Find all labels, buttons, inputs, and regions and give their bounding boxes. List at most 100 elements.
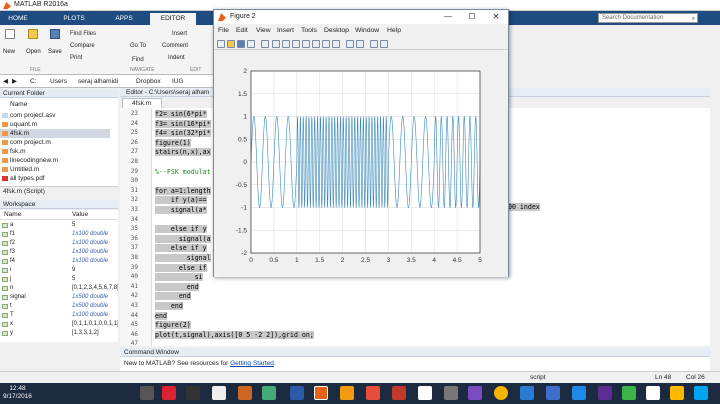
table-row[interactable]: T 1x100 double <box>0 311 118 320</box>
tab-editor[interactable]: EDITOR <box>150 13 196 25</box>
file-explorer-icon[interactable] <box>140 386 154 400</box>
edge-icon[interactable] <box>572 386 586 400</box>
tab-home[interactable]: HOME <box>4 13 32 25</box>
photos-icon[interactable] <box>646 386 660 400</box>
table-row[interactable]: signal 1x500 double <box>0 293 118 302</box>
list-item[interactable]: com project.asv <box>0 111 110 120</box>
table-row[interactable]: x [0,1,1,0,1,0,0,1,1] <box>0 320 118 329</box>
column-name[interactable]: Name <box>4 210 21 220</box>
table-row[interactable]: t 1x500 double <box>0 302 118 311</box>
tab-apps[interactable]: APPS <box>110 13 138 25</box>
explorer-icon[interactable] <box>262 386 276 400</box>
open-file-icon[interactable] <box>227 40 235 48</box>
chat-icon[interactable] <box>622 386 636 400</box>
figure-window[interactable]: Figure 2 — ☐ ✕ File Edit View Insert Too… <box>213 9 509 277</box>
menu-help[interactable]: Help <box>387 25 401 37</box>
onedrive-icon[interactable] <box>546 386 560 400</box>
table-row[interactable]: j5 <box>0 275 118 284</box>
fsk-chart[interactable]: 0 0.5 1 1.5 2 2.5 3 3.5 4 4.5 5 2 1.5 1 0.5 0 -0.5 -1 -1.5… <box>214 51 508 277</box>
zoom-in-icon[interactable] <box>272 40 280 48</box>
powerpoint-icon[interactable] <box>392 386 406 400</box>
menu-tools[interactable]: Tools <box>301 25 317 37</box>
save-button[interactable]: Save <box>48 49 62 55</box>
close-button[interactable]: ✕ <box>484 10 508 24</box>
table-row[interactable]: f2 1x100 double <box>0 239 118 248</box>
settings-icon[interactable] <box>444 386 458 400</box>
matlab-taskbar-icon[interactable] <box>314 386 328 400</box>
save-figure-icon[interactable] <box>237 40 245 48</box>
tab-plots[interactable]: PLOTS <box>58 13 90 25</box>
folder-icon[interactable] <box>670 386 684 400</box>
plot-area[interactable]: 0 0.5 1 1.5 2 2.5 3 3.5 4 4.5 5 2 1.5 1 0.5 0 -0.5 -1 -1.5… <box>214 51 508 277</box>
getting-started-link[interactable]: Getting Started <box>230 360 274 367</box>
comment-button[interactable]: Comment <box>162 43 188 49</box>
new-figure-icon[interactable] <box>217 40 225 48</box>
column-name[interactable]: Name <box>0 100 110 109</box>
compare-button[interactable]: Compare <box>70 43 95 49</box>
table-row[interactable]: a5 <box>0 221 118 230</box>
go-to-button[interactable]: Go To <box>130 43 146 49</box>
menu-edit[interactable]: Edit <box>236 25 248 37</box>
search-documentation-input[interactable]: Search Documentation ⌕ <box>598 13 698 23</box>
breadcrumb-users[interactable]: Users <box>50 75 67 88</box>
vlc-icon[interactable] <box>340 386 354 400</box>
app-icon[interactable] <box>162 386 176 400</box>
indent-button[interactable]: Indent <box>168 55 185 61</box>
link-icon[interactable] <box>332 40 340 48</box>
table-row[interactable]: y [1,3,3,1,2] <box>0 329 118 338</box>
table-row[interactable]: n [0,1,2,3,4,5,6,7,8] <box>0 284 118 293</box>
list-item[interactable]: Untitled.m <box>0 165 110 174</box>
table-row[interactable]: i9 <box>0 266 118 275</box>
onenote-icon[interactable] <box>598 386 612 400</box>
taskview-icon[interactable] <box>186 386 200 400</box>
notepad-icon[interactable] <box>212 386 226 400</box>
show-tools-icon[interactable] <box>380 40 388 48</box>
minimize-button[interactable]: — <box>436 10 460 24</box>
list-item[interactable]: all types.pdf <box>0 174 110 183</box>
column-value[interactable]: Value <box>72 210 88 220</box>
pan-icon[interactable] <box>292 40 300 48</box>
brush-icon[interactable] <box>322 40 330 48</box>
list-item[interactable]: fsk.m <box>0 147 110 156</box>
colorbar-icon[interactable] <box>346 40 354 48</box>
store-icon[interactable] <box>694 386 708 400</box>
word-icon[interactable] <box>290 386 304 400</box>
forward-icon[interactable]: ▶ <box>12 75 17 88</box>
command-window[interactable]: New to MATLAB? See resources for Getting… <box>120 357 710 371</box>
hide-tools-icon[interactable] <box>370 40 378 48</box>
menu-window[interactable]: Window <box>355 25 379 37</box>
list-item[interactable]: uquant.m <box>0 120 110 129</box>
edit-plot-icon[interactable] <box>261 40 269 48</box>
chrome-icon[interactable] <box>494 386 508 400</box>
data-cursor-icon[interactable] <box>312 40 320 48</box>
outlook-icon[interactable] <box>520 386 534 400</box>
breadcrumb-dropbox[interactable]: Dropbox <box>136 75 161 88</box>
paint-icon[interactable] <box>238 386 252 400</box>
visual-studio-icon[interactable] <box>468 386 482 400</box>
print-figure-icon[interactable] <box>247 40 255 48</box>
table-row[interactable]: f1 1x100 double <box>0 230 118 239</box>
rotate-icon[interactable] <box>302 40 310 48</box>
zoom-out-icon[interactable] <box>282 40 290 48</box>
new-button[interactable]: New <box>3 49 15 55</box>
breadcrumb-user[interactable]: seraj alhamidi <box>78 75 118 88</box>
address-bar[interactable]: ◀ ▶ C: Users seraj alhamidi Dropbox IUG <box>0 75 215 88</box>
legend-icon[interactable] <box>356 40 364 48</box>
editor-file-tab[interactable]: 4fsk.m <box>122 98 162 108</box>
list-item[interactable]: linecodingnew.m <box>0 156 110 165</box>
table-row[interactable]: f4 1x100 double <box>0 257 118 266</box>
list-item[interactable]: com project.m <box>0 138 110 147</box>
list-item-selected[interactable]: 4fsk.m <box>0 129 110 138</box>
pdf-reader-icon[interactable] <box>366 386 380 400</box>
menu-insert[interactable]: Insert <box>277 25 294 37</box>
menu-view[interactable]: View <box>256 25 271 37</box>
breadcrumb-iug[interactable]: IUG <box>172 75 184 88</box>
table-row[interactable]: f3 1x100 double <box>0 248 118 257</box>
find-button[interactable]: Find <box>132 57 144 63</box>
breadcrumb-drive[interactable]: C: <box>30 75 37 88</box>
maximize-button[interactable]: ☐ <box>460 10 484 24</box>
open-button[interactable]: Open <box>26 49 41 55</box>
print-button[interactable]: Print <box>70 55 82 61</box>
back-icon[interactable]: ◀ <box>3 75 8 88</box>
find-files-button[interactable]: Find Files <box>70 31 96 37</box>
